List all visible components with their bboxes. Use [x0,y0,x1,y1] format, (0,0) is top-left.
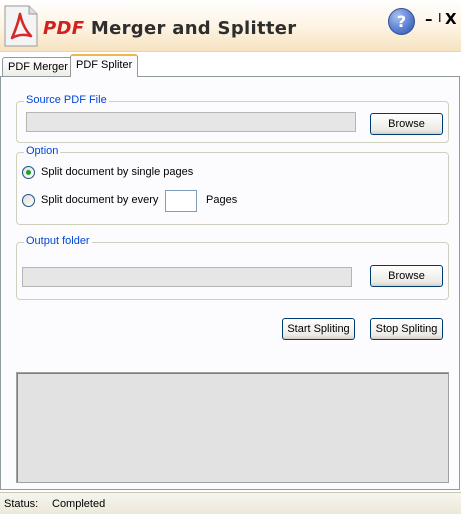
minimize-button[interactable]: – [425,10,433,28]
app-title: PDF Merger and Splitter [43,18,296,39]
status-bar: Status: Completed [0,492,461,514]
split-single-pages-radio[interactable] [22,166,35,179]
pages-count-input[interactable] [165,190,197,212]
source-browse-button[interactable]: Browse [370,113,443,135]
close-button[interactable]: X [445,10,457,28]
tab-pdf-merger[interactable]: PDF Merger [2,57,74,78]
stop-splitting-button[interactable]: Stop Spliting [370,318,443,340]
source-pdf-legend: Source PDF File [24,94,109,106]
status-value: Completed [52,498,106,510]
option-group: Option [16,145,449,225]
status-label: Status: [4,498,39,510]
app-title-pdf: PDF [43,18,85,39]
output-folder-path-field[interactable] [22,267,352,287]
output-folder-legend: Output folder [24,235,92,247]
title-bar: PDF Merger and Splitter ? – I X [0,0,461,52]
output-browse-button[interactable]: Browse [370,265,443,287]
window-controls-separator: I [438,11,442,25]
split-every-radio[interactable] [22,194,35,207]
help-button[interactable]: ? [388,8,415,35]
option-legend: Option [24,145,61,157]
split-every-label[interactable]: Split document by every [41,194,158,206]
pages-suffix-label: Pages [206,194,238,206]
pdf-file-icon [4,5,38,47]
app-title-rest: Merger and Splitter [84,18,297,39]
log-output-area [16,372,449,483]
tab-pdf-splitter[interactable]: PDF Spliter [70,54,139,77]
split-single-pages-label[interactable]: Split document by single pages [41,166,193,178]
source-pdf-path-field[interactable] [26,112,356,132]
start-splitting-button[interactable]: Start Spliting [282,318,355,340]
